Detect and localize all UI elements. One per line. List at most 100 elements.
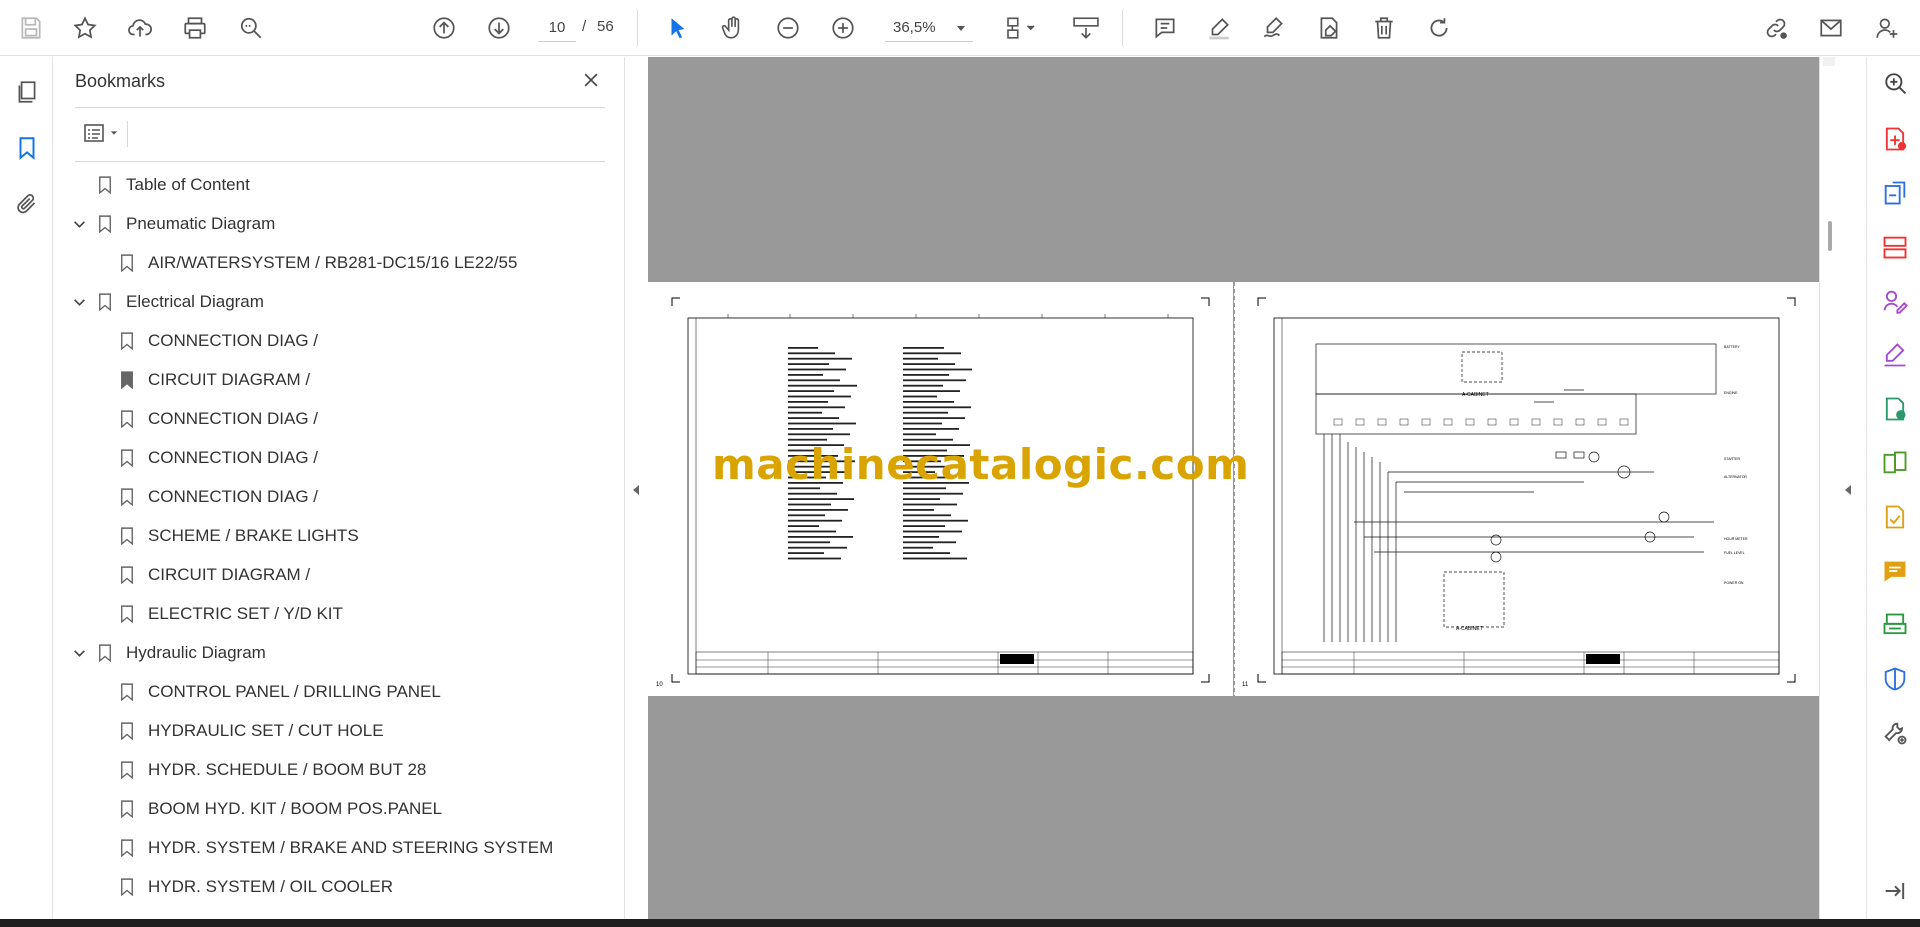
bookmark-icon bbox=[116, 875, 138, 899]
scroll-mode-icon[interactable] bbox=[1066, 11, 1106, 45]
page-text-line bbox=[903, 401, 954, 403]
page-view-icon[interactable] bbox=[997, 11, 1045, 45]
highlight-pen-icon[interactable] bbox=[1202, 11, 1236, 45]
relay-symbol bbox=[1399, 418, 1409, 426]
fill-sign-icon[interactable] bbox=[1879, 339, 1911, 371]
bookmark-item[interactable]: HYDR. SYSTEM / BRAKE AND STEERING SYSTEM bbox=[90, 830, 553, 866]
chevron-down-icon[interactable] bbox=[68, 213, 90, 235]
more-tools-icon[interactable] bbox=[1879, 717, 1911, 749]
bookmark-item[interactable]: Hydraulic Diagram bbox=[68, 635, 266, 671]
label-power-on: POWER ON bbox=[1724, 581, 1744, 585]
find-text-icon[interactable] bbox=[234, 11, 268, 45]
bookmark-icon bbox=[94, 641, 116, 665]
bookmark-item[interactable]: CONTROL PANEL / DRILLING PANEL bbox=[90, 674, 441, 710]
page-text-line bbox=[903, 411, 948, 414]
bookmark-item[interactable]: ELECTRIC SET / Y/D KIT bbox=[90, 596, 343, 632]
bookmark-item[interactable]: AIR/WATERSYSTEM / RB281-DC15/16 LE22/55 bbox=[90, 245, 517, 281]
bookmark-item[interactable]: CIRCUIT DIAGRAM / bbox=[90, 362, 310, 398]
edit-text-icon[interactable] bbox=[1312, 11, 1346, 45]
save-icon[interactable] bbox=[14, 11, 48, 45]
zoom-out-icon[interactable] bbox=[771, 11, 805, 45]
bookmark-item[interactable]: CONNECTION DIAG / bbox=[90, 401, 318, 437]
page-number-input[interactable] bbox=[538, 14, 576, 42]
delete-icon[interactable] bbox=[1367, 11, 1401, 45]
print-icon[interactable] bbox=[178, 11, 212, 45]
page-text-line bbox=[788, 379, 840, 382]
comment-icon[interactable] bbox=[1148, 11, 1182, 45]
bookmark-label: Hydraulic Diagram bbox=[126, 643, 266, 662]
draw-signature-icon[interactable] bbox=[1257, 11, 1291, 45]
compare-files-icon[interactable] bbox=[1879, 447, 1911, 479]
page-text-line bbox=[903, 519, 968, 522]
zoom-search-icon[interactable] bbox=[1879, 67, 1911, 99]
chevron-down-icon[interactable] bbox=[68, 291, 90, 313]
bookmark-item[interactable]: CONNECTION DIAG / bbox=[90, 440, 318, 476]
bookmark-icon bbox=[116, 563, 138, 587]
star-icon[interactable] bbox=[68, 11, 102, 45]
attachments-icon[interactable] bbox=[11, 188, 43, 220]
bookmark-item[interactable]: BOOM HYD. KIT / BOOM POS.PANEL bbox=[90, 791, 442, 827]
bookmark-item[interactable]: HYDR. SCHEDULE / BOOM BUT 28 bbox=[90, 752, 426, 788]
close-icon[interactable] bbox=[578, 67, 604, 93]
divider bbox=[75, 107, 605, 108]
scroll-top-button[interactable] bbox=[1823, 57, 1835, 66]
page-thumbnails-icon[interactable] bbox=[11, 76, 43, 108]
bookmark-item[interactable]: CONNECTION DIAG / bbox=[90, 323, 318, 359]
bookmarks-icon[interactable] bbox=[11, 132, 43, 164]
bookmark-label: CONNECTION DIAG / bbox=[148, 331, 319, 350]
bookmark-label: CONTROL PANEL / DRILLING PANEL bbox=[148, 682, 441, 701]
email-icon[interactable] bbox=[1814, 11, 1848, 45]
collapse-left-panel-icon[interactable] bbox=[630, 480, 642, 500]
bookmark-options-button[interactable] bbox=[75, 116, 125, 150]
organize-pages-icon[interactable] bbox=[1879, 231, 1911, 263]
page-text-line bbox=[788, 363, 829, 365]
label-hour-meter: HOUR METER bbox=[1724, 537, 1748, 541]
bookmark-item[interactable]: HYDRAULIC SET / CUT HOLE bbox=[90, 713, 384, 749]
bookmark-item[interactable]: HYDR. SYSTEM / OIL COOLER bbox=[90, 869, 393, 905]
page-text-line bbox=[788, 492, 837, 495]
bookmark-item[interactable]: CIRCUIT DIAGRAM / bbox=[90, 557, 310, 593]
cabinet-label-bottom: A-CABINET bbox=[1456, 626, 1483, 632]
bookmarks-panel: Bookmarks Table of Content Pneumatic Diag… bbox=[54, 57, 663, 919]
page-up-icon[interactable] bbox=[427, 11, 461, 45]
page-text-line bbox=[788, 509, 848, 511]
scan-ocr-icon[interactable] bbox=[1879, 609, 1911, 641]
cloud-upload-icon[interactable] bbox=[123, 11, 157, 45]
share-link-icon[interactable] bbox=[1759, 11, 1793, 45]
document-scrollbar-thumb[interactable] bbox=[1828, 221, 1832, 251]
collapse-right-panel-icon[interactable] bbox=[1842, 480, 1854, 500]
page-text-line bbox=[903, 352, 961, 355]
relay-symbol bbox=[1509, 418, 1519, 426]
collapse-tools-icon[interactable] bbox=[1879, 875, 1911, 907]
page-text-line bbox=[903, 536, 939, 538]
label-starter: STARTER bbox=[1724, 457, 1740, 461]
bookmark-item[interactable]: CONNECTION DIAG / bbox=[90, 479, 318, 515]
bookmark-label: CIRCUIT DIAGRAM / bbox=[148, 565, 311, 584]
bookmark-item[interactable]: Electrical Diagram bbox=[68, 284, 264, 320]
select-cursor-icon[interactable] bbox=[661, 11, 695, 45]
bookmark-item[interactable]: Pneumatic Diagram bbox=[68, 206, 275, 242]
rotate-icon[interactable] bbox=[1422, 11, 1456, 45]
edit-pdf-icon[interactable] bbox=[1879, 501, 1911, 533]
send-for-review-icon[interactable] bbox=[1879, 393, 1911, 425]
bookmark-item[interactable]: SCHEME / BRAKE LIGHTS bbox=[90, 518, 359, 554]
protect-icon[interactable] bbox=[1879, 663, 1911, 695]
chevron-down-icon[interactable] bbox=[68, 642, 90, 664]
create-pdf-icon[interactable] bbox=[1879, 123, 1911, 155]
request-signature-icon[interactable] bbox=[1879, 285, 1911, 317]
hand-tool-icon[interactable] bbox=[716, 11, 750, 45]
bookmark-icon bbox=[116, 836, 138, 860]
page-down-icon[interactable] bbox=[482, 11, 516, 45]
zoom-in-icon[interactable] bbox=[826, 11, 860, 45]
zoom-select[interactable]: 36,5% bbox=[885, 14, 973, 42]
panel-divider[interactable] bbox=[624, 57, 625, 919]
comment-tool-icon[interactable] bbox=[1879, 555, 1911, 587]
page-text-line bbox=[903, 417, 965, 419]
bookmark-item[interactable]: Table of Content bbox=[68, 167, 250, 203]
share-user-icon[interactable] bbox=[1870, 11, 1904, 45]
export-pdf-icon[interactable] bbox=[1879, 177, 1911, 209]
